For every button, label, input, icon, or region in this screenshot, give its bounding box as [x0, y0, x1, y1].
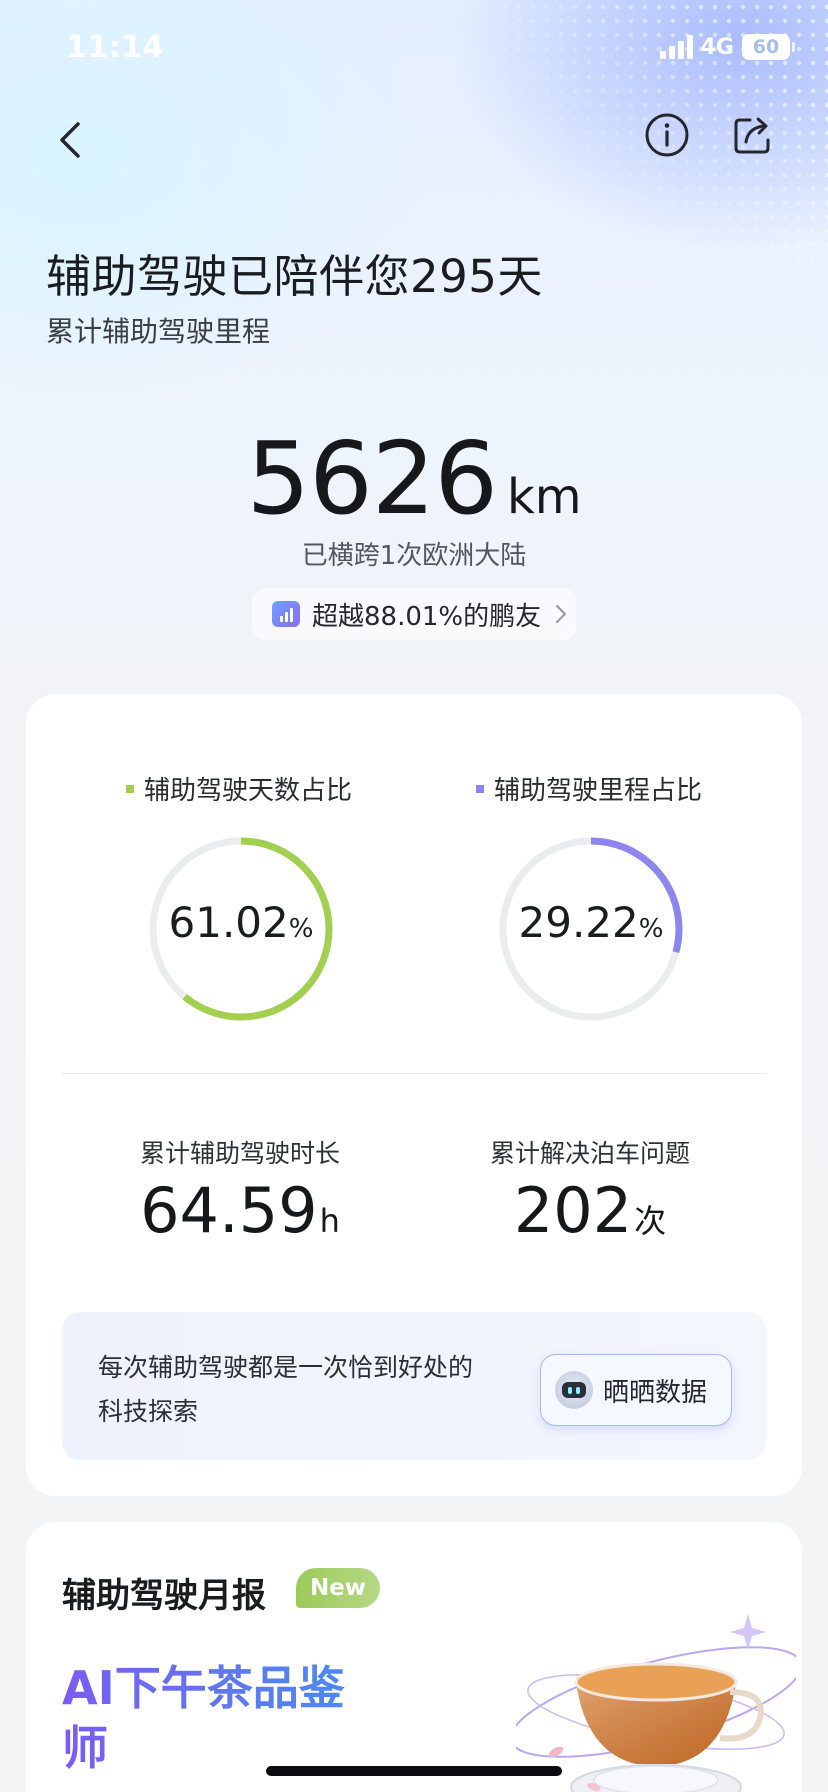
ratio-number: 61.02 — [168, 898, 289, 947]
stat-unit: h — [319, 1202, 340, 1240]
page-subtitle: 累计辅助驾驶里程 — [46, 315, 271, 348]
parking-value: 202次 — [440, 1174, 740, 1247]
status-time: 11:14 — [66, 30, 164, 65]
legend-distance-ratio: 辅助驾驶里程占比 — [476, 770, 702, 807]
bar-chart-icon — [272, 601, 300, 627]
rank-text: 超越88.01%的鹏友 — [312, 601, 542, 632]
distance-ratio-value: 29.22% — [496, 898, 686, 947]
robot-icon — [555, 1371, 593, 1409]
divider — [62, 1073, 766, 1074]
parking-label: 累计解决泊车问题 — [489, 1139, 690, 1168]
ratio-unit: % — [288, 914, 314, 944]
distance-note: 已横跨1次欧洲大陆 — [301, 541, 527, 571]
days-ratio-value: 61.02% — [146, 898, 336, 947]
ratio-number: 29.22 — [518, 898, 639, 947]
ratio-unit: % — [638, 914, 664, 944]
legend-swatch — [476, 784, 484, 793]
promo-text: 每次辅助驾驶都是一次恰到好处的科技探索 — [98, 1353, 474, 1426]
stat-unit: 次 — [634, 1202, 667, 1240]
chevron-left-icon — [60, 122, 80, 158]
status-indicators: 4G 60 — [659, 34, 795, 60]
legend-days-ratio: 辅助驾驶天数占比 — [126, 770, 352, 807]
distance-value: 5626 — [246, 420, 497, 537]
info-button[interactable] — [644, 112, 690, 158]
share-icon — [734, 117, 770, 154]
battery-icon: 60 — [742, 34, 795, 60]
share-data-button[interactable]: 晒晒数据 — [540, 1354, 732, 1426]
new-badge: New — [296, 1568, 380, 1608]
stat-number: 202 — [513, 1174, 633, 1247]
chevron-right-icon — [556, 604, 567, 624]
share-promo-banner: 每次辅助驾驶都是一次恰到好处的科技探索 晒晒数据 — [62, 1312, 766, 1460]
duration-value: 64.59h — [90, 1174, 390, 1247]
signal-icon — [659, 35, 693, 59]
monthly-report-card[interactable]: 辅助驾驶月报 New AI下午茶品鉴师 — [26, 1522, 802, 1792]
legend-label: 辅助驾驶天数占比 — [144, 776, 353, 806]
battery-level: 60 — [752, 36, 780, 58]
rank-pill[interactable]: 超越88.01%的鹏友 — [252, 588, 576, 640]
share-button[interactable] — [730, 112, 776, 158]
duration-label: 累计辅助驾驶时长 — [139, 1139, 340, 1168]
legend-label: 辅助驾驶里程占比 — [494, 776, 703, 806]
home-indicator — [266, 1766, 562, 1776]
info-icon — [645, 113, 689, 157]
monthly-report-title: 辅助驾驶月报 — [62, 1576, 266, 1616]
legend-swatch — [126, 784, 134, 793]
total-distance: 5626 km — [0, 420, 828, 537]
distance-unit: km — [506, 469, 582, 525]
stat-number: 64.59 — [140, 1174, 318, 1247]
back-button[interactable] — [52, 116, 92, 164]
share-data-label: 晒晒数据 — [603, 1377, 708, 1408]
teacup-illustration — [516, 1614, 796, 1792]
network-type: 4G — [700, 34, 734, 60]
report-headline: AI下午茶品鉴师 — [62, 1658, 362, 1778]
page-title: 辅助驾驶已陪伴您295天 — [46, 250, 543, 303]
